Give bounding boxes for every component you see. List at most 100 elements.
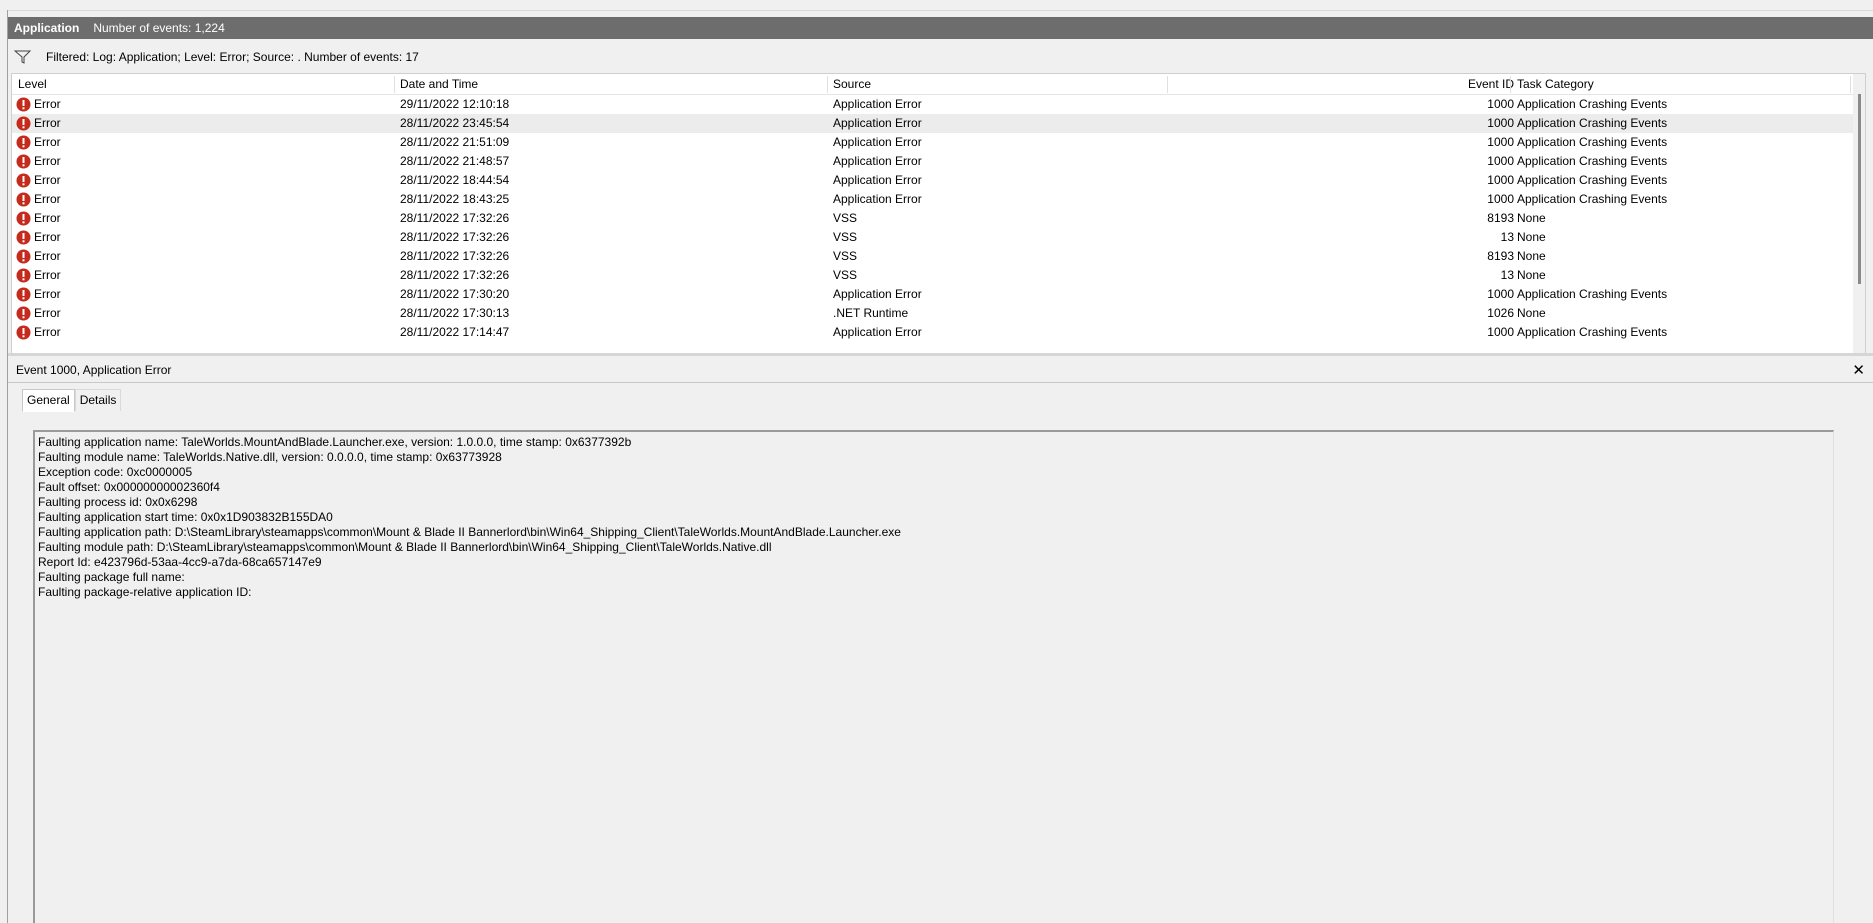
detail-line: Report Id: e423796d-53aa-4cc9-a7da-68ca6… (38, 555, 322, 569)
task-category-cell: Application Crashing Events (1517, 116, 1668, 130)
table-row[interactable]: Error 28/11/2022 17:30:20 Application Erro… (12, 285, 1853, 304)
source-cell: Application Error (833, 325, 922, 339)
error-icon (16, 154, 31, 169)
task-category-cell: None (1517, 211, 1546, 225)
date-cell: 28/11/2022 17:32:26 (400, 211, 510, 225)
level-cell: Error (34, 116, 61, 130)
date-cell: 28/11/2022 23:45:54 (400, 116, 510, 130)
date-cell: 28/11/2022 21:51:09 (400, 135, 510, 149)
column-divider[interactable] (827, 76, 828, 93)
event-id-cell: 1000 (1487, 154, 1514, 168)
detail-line: Faulting package-relative application ID… (38, 585, 252, 599)
log-header-bar: Application Number of events: 1,224 (8, 17, 1873, 39)
task-category-cell: None (1517, 249, 1546, 263)
table-row[interactable]: Error 29/11/2022 12:10:18 Application Erro… (12, 95, 1853, 114)
error-icon (16, 173, 31, 188)
level-cell: Error (34, 211, 61, 225)
level-cell: Error (34, 135, 61, 149)
event-id-cell: 1000 (1487, 116, 1514, 130)
column-task-category[interactable]: Task Category (1517, 74, 1594, 94)
source-cell: VSS (833, 230, 858, 244)
table-row[interactable]: Error 28/11/2022 17:30:13 .NET Runtime 1026… (12, 304, 1853, 323)
error-icon (16, 135, 31, 150)
date-cell: 28/11/2022 18:43:25 (400, 192, 510, 206)
event-id-cell: 1000 (1487, 173, 1514, 187)
error-icon (16, 97, 31, 112)
table-row[interactable]: Error 28/11/2022 23:45:54 Application Erro… (12, 114, 1853, 133)
source-cell: VSS (833, 249, 858, 263)
detail-description-box[interactable]: Faulting application name: TaleWorlds.Mo… (33, 430, 1834, 923)
table-row[interactable]: Error 28/11/2022 17:32:26 VSS 13 None (12, 228, 1853, 247)
column-date[interactable]: Date and Time (400, 74, 478, 94)
table-row[interactable]: Error 28/11/2022 17:14:47 Application Erro… (12, 323, 1853, 342)
column-divider[interactable] (1167, 76, 1168, 93)
left-pane-edge[interactable] (0, 10, 8, 923)
list-scrollbar[interactable] (1853, 74, 1865, 354)
task-category-cell: None (1517, 268, 1546, 282)
column-divider[interactable] (1850, 76, 1851, 93)
source-cell: Application Error (833, 116, 922, 130)
scrollbar-thumb[interactable] (1858, 94, 1861, 284)
error-icon (16, 249, 31, 264)
error-icon (16, 287, 31, 302)
event-id-cell: 13 (1500, 230, 1514, 244)
detail-line: Faulting process id: 0x0x6298 (38, 495, 198, 509)
event-id-cell: 1026 (1487, 306, 1514, 320)
date-cell: 28/11/2022 17:32:26 (400, 230, 510, 244)
date-cell: 29/11/2022 12:10:18 (400, 97, 510, 111)
table-row[interactable]: Error 28/11/2022 18:43:25 Application Erro… (12, 190, 1853, 209)
level-cell: Error (34, 230, 61, 244)
source-cell: VSS (833, 268, 858, 282)
table-row[interactable]: Error 28/11/2022 17:32:26 VSS 13 None (12, 266, 1853, 285)
detail-line: Faulting module name: TaleWorlds.Native.… (38, 450, 502, 464)
column-divider[interactable] (394, 76, 395, 93)
table-row[interactable]: Error 28/11/2022 21:48:57 Application Erro… (12, 152, 1853, 171)
source-cell: Application Error (833, 154, 922, 168)
detail-line: Faulting application name: TaleWorlds.Mo… (38, 435, 632, 449)
task-category-cell: None (1517, 230, 1546, 244)
source-cell: VSS (833, 211, 858, 225)
source-cell: Application Error (833, 173, 922, 187)
event-id-cell: 13 (1500, 268, 1514, 282)
event-count: Number of events: 1,224 (93, 21, 225, 35)
table-row[interactable]: Error 28/11/2022 17:32:26 VSS 8193 None (12, 247, 1853, 266)
tab-details[interactable]: Details (74, 389, 122, 411)
event-id-cell: 8193 (1487, 211, 1514, 225)
level-cell: Error (34, 173, 61, 187)
column-source[interactable]: Source (833, 74, 871, 94)
detail-tabs: General Details (22, 389, 122, 412)
tab-general[interactable]: General (22, 389, 75, 412)
detail-line: Faulting package full name: (38, 570, 185, 584)
detail-description: Faulting application name: TaleWorlds.Mo… (38, 435, 1833, 600)
task-category-cell: Application Crashing Events (1517, 173, 1668, 187)
detail-header: Event 1000, Application Error ✕ (8, 358, 1873, 383)
event-id-cell: 8193 (1487, 249, 1514, 263)
table-row[interactable]: Error 28/11/2022 17:32:26 VSS 8193 None (12, 209, 1853, 228)
error-icon (16, 230, 31, 245)
task-category-cell: Application Crashing Events (1517, 135, 1668, 149)
event-id-cell: 1000 (1487, 135, 1514, 149)
column-level[interactable]: Level (18, 74, 47, 94)
close-icon[interactable]: ✕ (1852, 361, 1865, 379)
column-event-id[interactable]: Event ID (1412, 74, 1514, 94)
detail-line: Faulting application start time: 0x0x1D9… (38, 510, 333, 524)
error-icon (16, 325, 31, 340)
table-row[interactable]: Error 28/11/2022 18:44:54 Application Erro… (12, 171, 1853, 190)
error-icon (16, 116, 31, 131)
event-viewer-window: Application Number of events: 1,224 Filt… (0, 0, 1873, 923)
table-row[interactable]: Error 28/11/2022 21:51:09 Application Erro… (12, 133, 1853, 152)
log-name: Application (14, 21, 80, 35)
column-divider[interactable] (1510, 76, 1511, 93)
event-list[interactable]: Level Date and Time Source Event ID Task… (11, 73, 1866, 355)
error-icon (16, 192, 31, 207)
level-cell: Error (34, 154, 61, 168)
date-cell: 28/11/2022 17:32:26 (400, 249, 510, 263)
date-cell: 28/11/2022 17:30:20 (400, 287, 510, 301)
detail-line: Fault offset: 0x00000000002360f4 (38, 480, 220, 494)
date-cell: 28/11/2022 17:14:47 (400, 325, 510, 339)
date-cell: 28/11/2022 17:32:26 (400, 268, 510, 282)
event-id-cell: 1000 (1487, 287, 1514, 301)
source-cell: Application Error (833, 135, 922, 149)
task-category-cell: Application Crashing Events (1517, 192, 1668, 206)
pane-splitter[interactable] (8, 353, 1873, 356)
